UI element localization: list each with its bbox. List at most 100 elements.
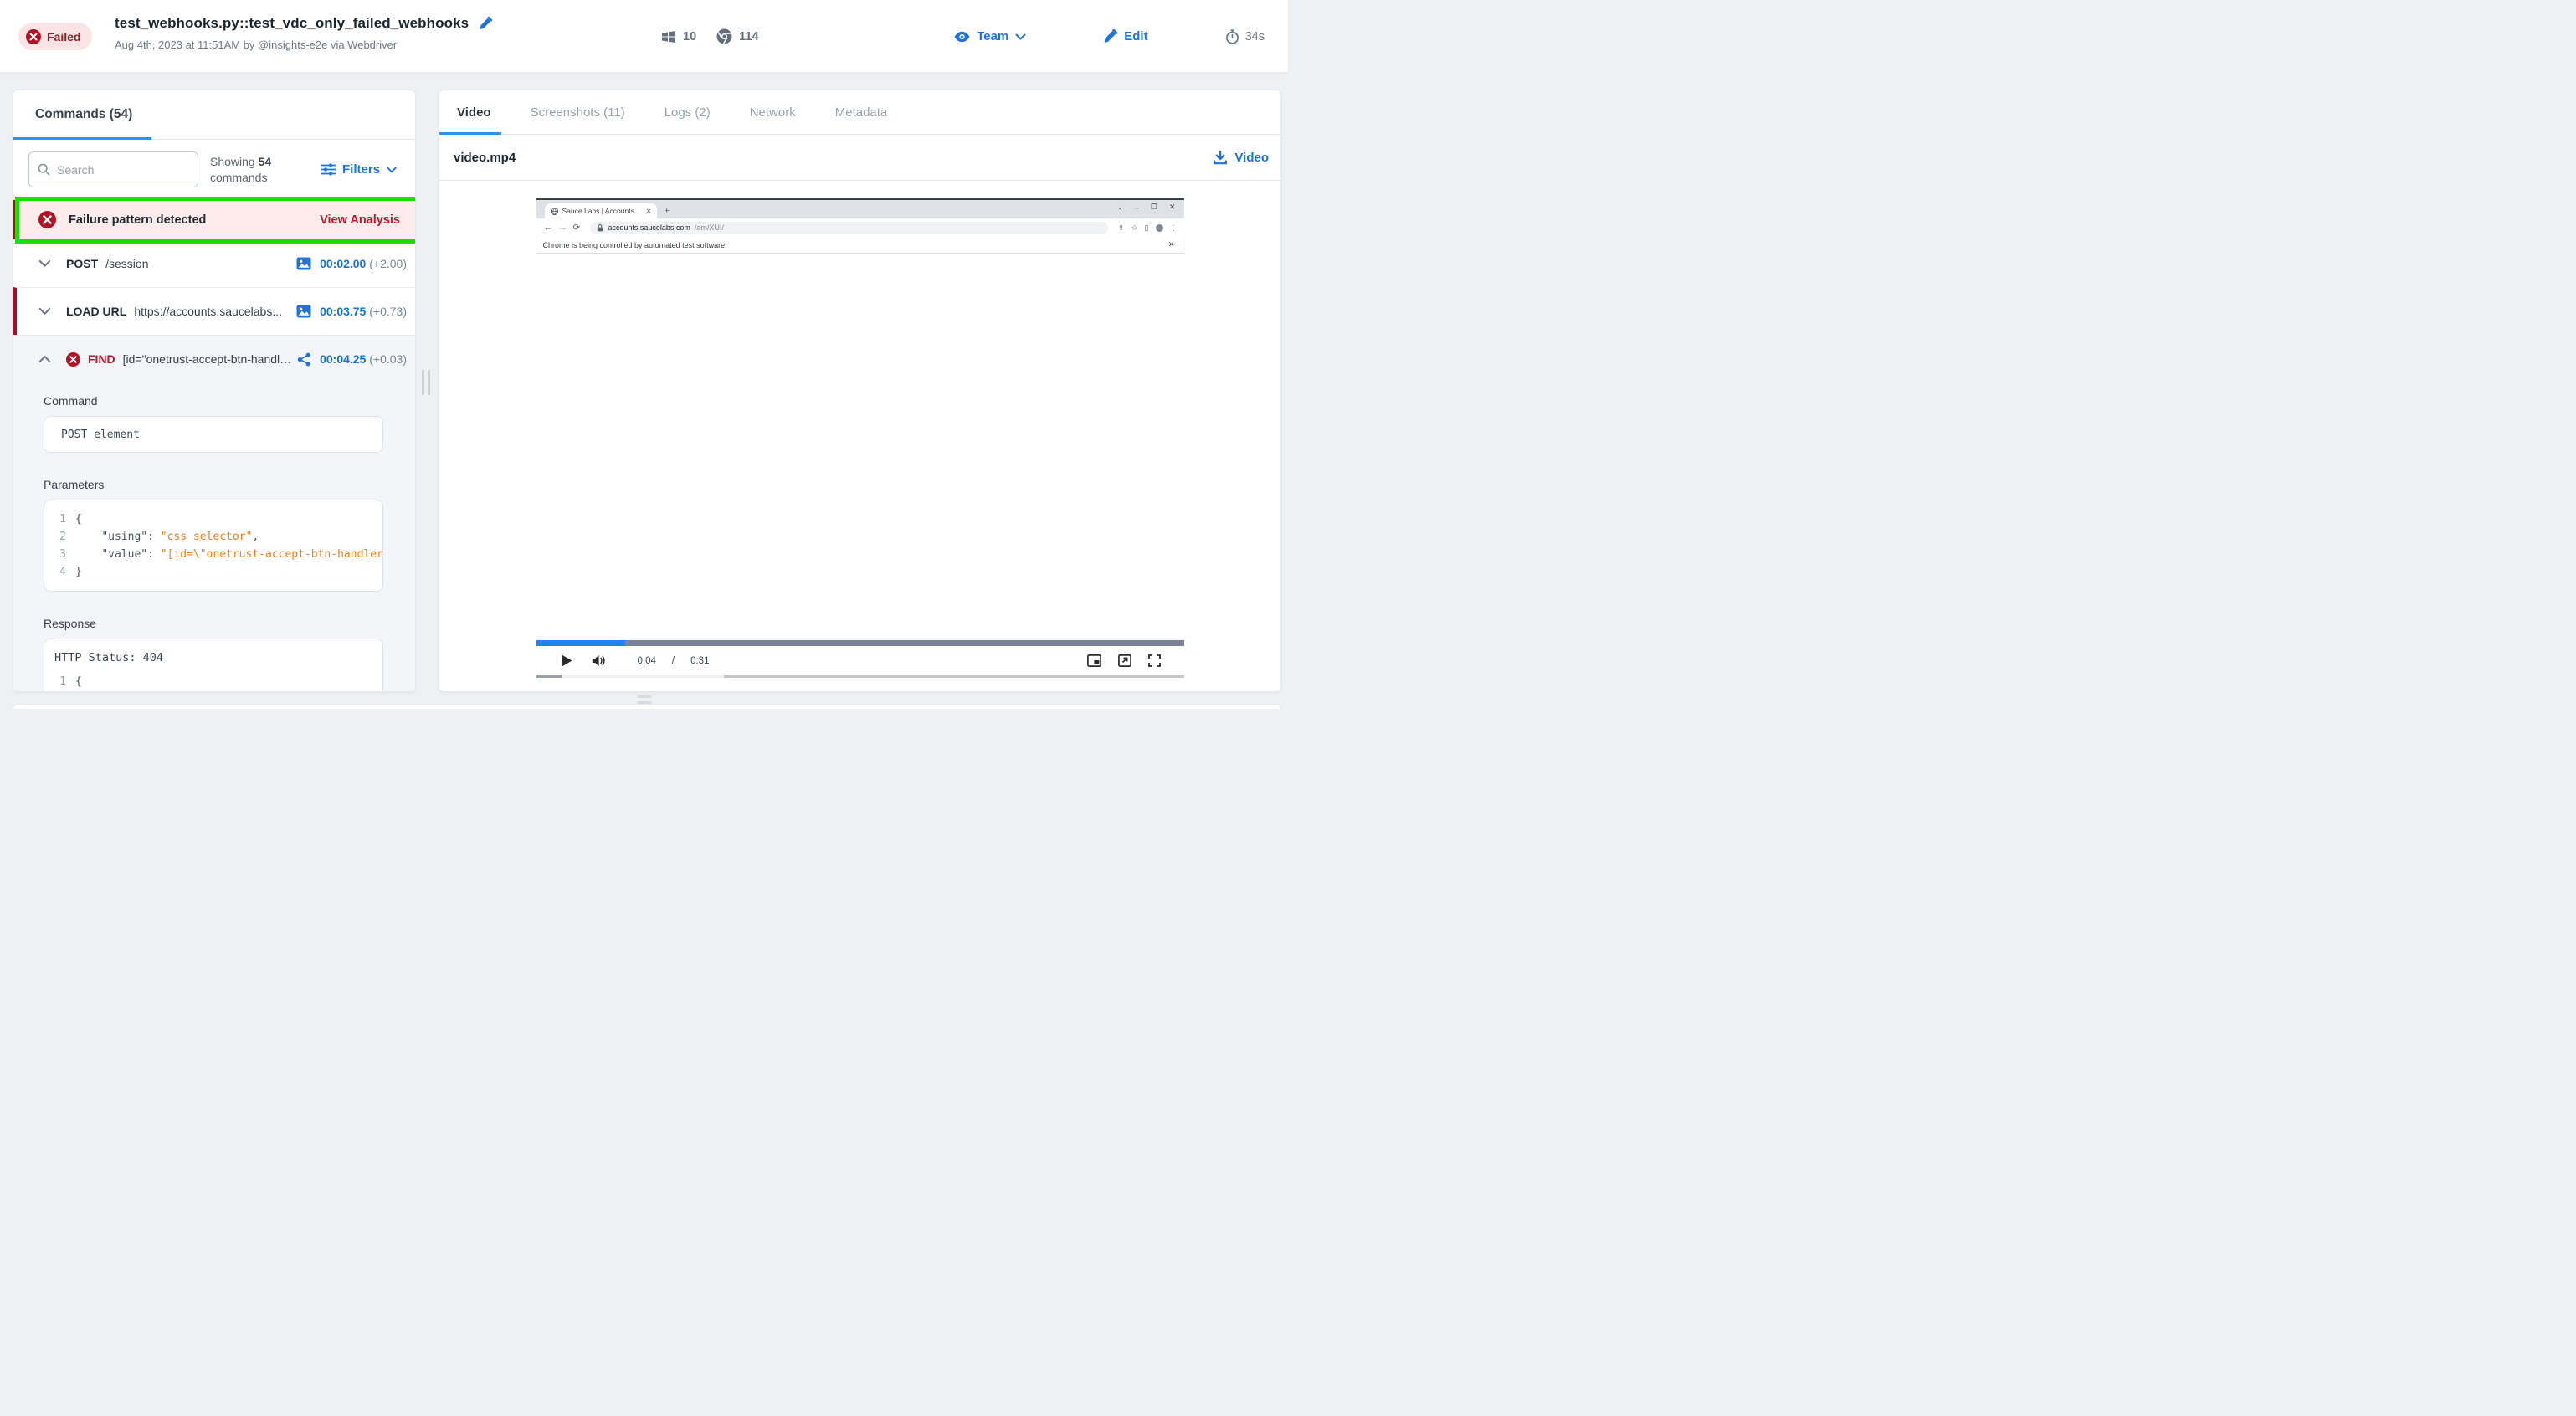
search-box[interactable]: [28, 151, 198, 187]
video-player[interactable]: Sauce Labs | Accounts ✕ + ⌄ – ❐ ✕ ←: [536, 198, 1184, 678]
windows-icon: [661, 29, 676, 44]
filters-label: Filters: [342, 162, 380, 177]
view-analysis-link[interactable]: View Analysis: [320, 213, 400, 227]
lock-icon: [597, 224, 603, 232]
video-time-separator: /: [672, 656, 675, 666]
environment-info: 10 114: [661, 0, 759, 73]
response-label: Response: [44, 617, 383, 630]
tab-close-icon: ✕: [646, 208, 652, 215]
recorded-browser-toolbar: ← → ⟳ accounts.saucelabs.com/am/XUI/ ⇪ ☆…: [536, 218, 1184, 237]
browser-version-value: 114: [739, 30, 758, 44]
bottom-resize-handle[interactable]: [637, 695, 651, 704]
chevron-icon[interactable]: [38, 307, 51, 316]
browser-window-controls: ⌄ – ❐ ✕: [1116, 203, 1175, 212]
code-line: 2 "using": "css selector",: [53, 528, 382, 546]
open-in-new-window-button[interactable]: [1118, 654, 1131, 667]
search-input[interactable]: [57, 163, 182, 177]
chevron-icon[interactable]: [38, 355, 51, 363]
parameters-code-box: 1{2 "using": "css selector",3 "value": "…: [44, 500, 383, 592]
share-icon[interactable]: [297, 352, 311, 367]
team-visibility-dropdown[interactable]: Team: [954, 29, 1026, 44]
recorded-browser-titlebar: Sauce Labs | Accounts ✕ + ⌄ – ❐ ✕: [536, 200, 1184, 218]
video-frame-content: [536, 254, 1184, 640]
tab-screenshots-11[interactable]: Screenshots (11): [531, 90, 625, 135]
main-content: Commands (54) Showing 54 commands: [0, 90, 1288, 692]
filters-sliders-icon: [321, 163, 336, 176]
status-badge: Failed: [18, 23, 92, 50]
code-line: 1{: [53, 510, 382, 528]
tab-commands[interactable]: Commands (54): [35, 107, 132, 121]
command-argument: /session: [105, 257, 148, 270]
screenshot-icon[interactable]: [296, 257, 311, 270]
page-title: test_webhooks.py::test_vdc_only_failed_w…: [115, 15, 469, 32]
automation-infobar: Chrome is being controlled by automated …: [536, 237, 1184, 254]
screenshot-icon[interactable]: [296, 305, 311, 318]
window-dropdown-icon: ⌄: [1116, 203, 1123, 212]
commands-panel: Commands (54) Showing 54 commands: [13, 90, 416, 692]
video-progress-bar[interactable]: [536, 640, 1184, 646]
failure-x-icon: [38, 211, 56, 228]
tab-network[interactable]: Network: [750, 90, 796, 135]
failed-x-icon: [26, 29, 41, 44]
command-row-find[interactable]: FIND [id="onetrust-accept-btn-handler"] …: [13, 335, 415, 382]
command-name: FIND: [88, 352, 115, 366]
stopwatch-icon: [1225, 29, 1239, 44]
test-duration: 34s: [1225, 29, 1265, 44]
command-value: POST element: [61, 428, 140, 441]
volume-button[interactable]: [592, 654, 606, 667]
tab-video[interactable]: Video: [457, 90, 491, 135]
browser-tab-title: Sauce Labs | Accounts: [562, 207, 642, 215]
commands-toolbar: Showing 54 commands Filters: [13, 140, 415, 199]
site-favicon: [551, 208, 558, 215]
code-line: 3 "value": "[id=\"onetrust-accept-btn-ha…: [53, 546, 382, 563]
download-icon: [1214, 151, 1227, 165]
chrome-icon: [716, 28, 732, 44]
browser-version: 114: [716, 28, 758, 44]
panel-resize-handle[interactable]: [419, 370, 433, 398]
command-time: 00:03.75 (+0.73): [320, 305, 407, 318]
profile-avatar: [1156, 224, 1163, 232]
command-time: 00:02.00 (+2.00): [320, 257, 407, 270]
duration-value: 34s: [1245, 30, 1265, 44]
play-button[interactable]: [562, 654, 572, 667]
test-details-page: Failed test_webhooks.py::test_vdc_only_f…: [0, 0, 1288, 708]
download-label: Video: [1234, 151, 1269, 165]
command-list: POST /session 00:02.00 (+2.00) LOAD URL …: [13, 239, 415, 382]
browser-toolbar-icons: ⇪ ☆ ▯ ⋮: [1118, 223, 1178, 233]
commands-tab-header: Commands (54): [13, 90, 415, 140]
code-line: 1{: [53, 673, 382, 690]
video-scrollbar[interactable]: [536, 675, 1184, 678]
chevron-down-icon: [1015, 33, 1026, 40]
tab-metadata[interactable]: Metadata: [835, 90, 888, 135]
command-row-load-url[interactable]: LOAD URL https://accounts.saucelabs... 0…: [13, 287, 415, 335]
picture-in-picture-button[interactable]: [1087, 654, 1101, 667]
back-icon: ←: [544, 223, 553, 233]
url-host: accounts.saucelabs.com: [608, 223, 690, 232]
download-video-button[interactable]: Video: [1214, 151, 1269, 165]
browser-menu-icon: ⋮: [1170, 223, 1178, 233]
failed-x-icon: [66, 352, 80, 367]
edit-label: Edit: [1124, 29, 1147, 44]
infobar-close-icon: ✕: [1168, 240, 1175, 249]
video-controls: 0:04 / 0:31: [536, 646, 1184, 675]
edit-title-pencil-icon[interactable]: [479, 17, 492, 30]
failure-pattern-banner: Failure pattern detected View Analysis: [13, 200, 415, 239]
command-time: 00:04.25 (+0.03): [320, 352, 407, 366]
filters-button[interactable]: Filters: [321, 162, 397, 177]
fullscreen-button[interactable]: [1148, 654, 1161, 667]
results-panel: Video Screenshots (11) Logs (2) Network Meta…: [439, 90, 1281, 692]
command-detail: Command POST element Parameters 1{2 "usi…: [13, 382, 415, 691]
side-panel-icon: ▯: [1145, 223, 1149, 233]
test-subtitle: Aug 4th, 2023 at 11:51AM by @insights-e2…: [115, 38, 492, 51]
edit-button[interactable]: Edit: [1103, 29, 1147, 44]
video-time: 0:04 / 0:31: [638, 656, 710, 666]
command-row-post[interactable]: POST /session 00:02.00 (+2.00): [13, 239, 415, 287]
status-badge-label: Failed: [47, 30, 80, 44]
chevron-icon[interactable]: [38, 259, 51, 268]
tab-logs-2[interactable]: Logs (2): [665, 90, 711, 135]
title-block: test_webhooks.py::test_vdc_only_failed_w…: [115, 15, 492, 51]
team-label: Team: [977, 29, 1008, 44]
video-file-name: video.mp4: [454, 151, 516, 165]
share-page-icon: ⇪: [1118, 223, 1125, 233]
bottom-panel-edge: [13, 704, 1281, 709]
